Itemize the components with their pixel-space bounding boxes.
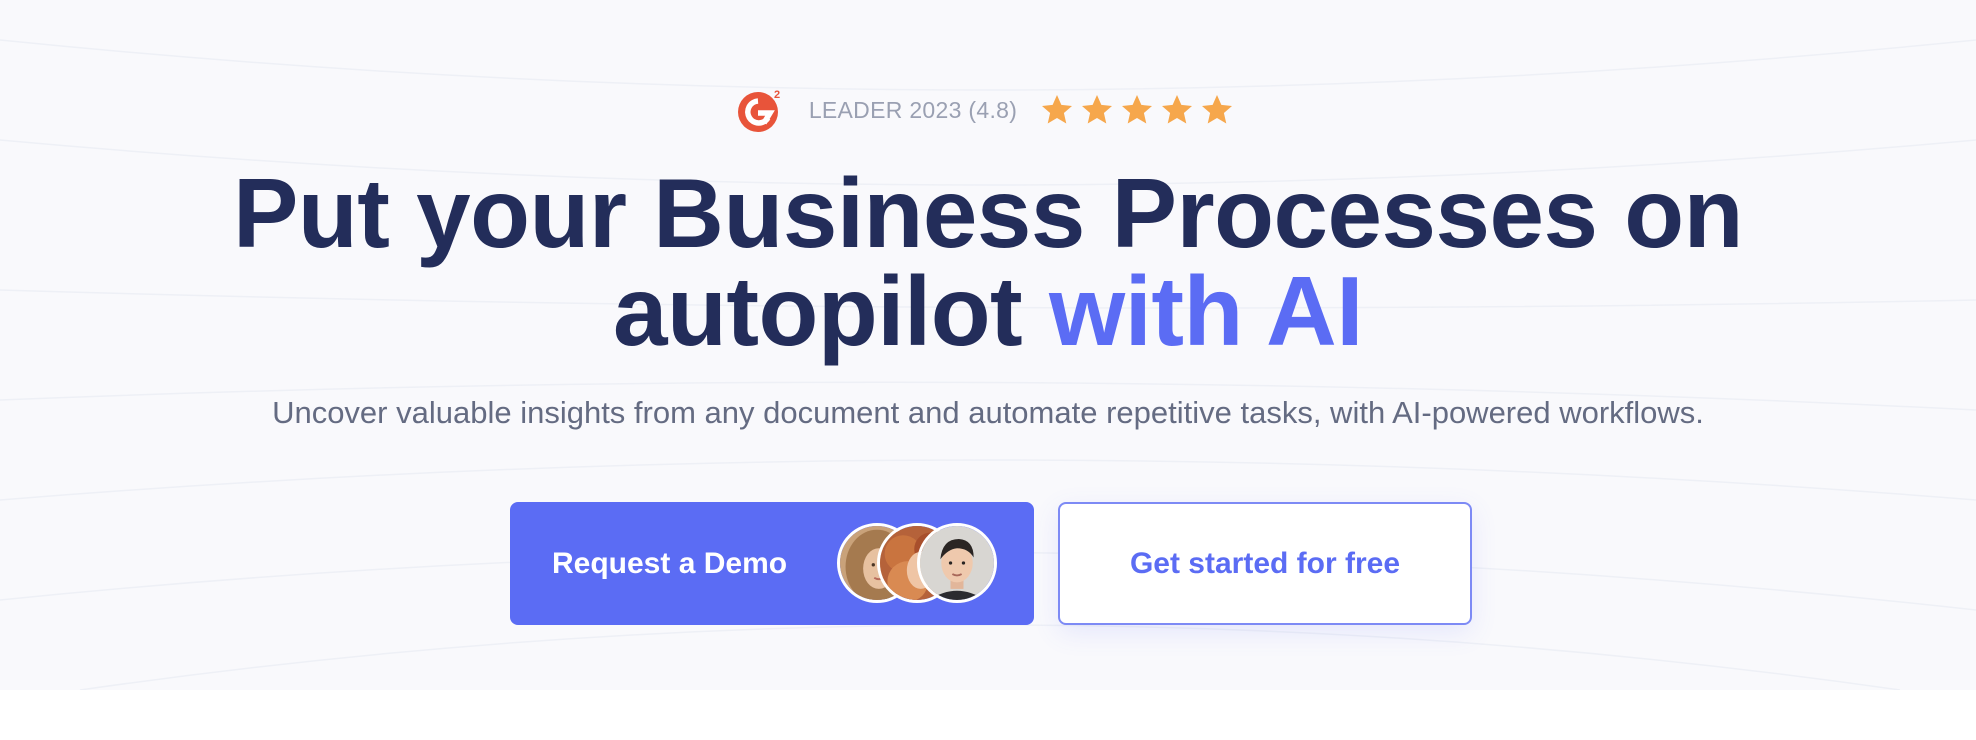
star-icon <box>1082 95 1113 124</box>
request-demo-label: Request a Demo <box>552 547 788 580</box>
rating-label: LEADER 2023 (4.8) <box>808 96 1018 123</box>
star-icon <box>1162 95 1193 124</box>
g2-logo-icon: 2 <box>737 89 780 132</box>
headline-line-1: Put your Business Processes on <box>233 158 1743 268</box>
hero-section: 2 LEADER 2023 (4.8) Put your Business Pr… <box>0 0 1976 690</box>
avatar <box>917 523 997 603</box>
headline-prefix: autopilot <box>613 256 1023 366</box>
request-demo-button[interactable]: Request a Demo <box>510 502 1034 625</box>
rating-row: 2 LEADER 2023 (4.8) <box>0 80 1976 140</box>
get-started-free-label: Get started for free <box>1129 547 1401 580</box>
star-icon <box>1042 95 1073 124</box>
star-icon <box>1202 95 1233 124</box>
get-started-free-button[interactable]: Get started for free <box>1058 502 1472 625</box>
avatar-man-dark-hair <box>920 526 994 600</box>
page-title: Put your Business Processes on autopilot… <box>0 164 1976 360</box>
svg-text:2: 2 <box>774 89 780 101</box>
subheadline: Uncover valuable insights from any docum… <box>272 395 1704 430</box>
headline-accent: with AI <box>1048 256 1364 366</box>
avatar-group <box>837 522 1007 606</box>
star-icon <box>1122 95 1153 124</box>
star-rating <box>1039 92 1239 128</box>
headline-line-2: autopilot with AI <box>0 262 1976 360</box>
